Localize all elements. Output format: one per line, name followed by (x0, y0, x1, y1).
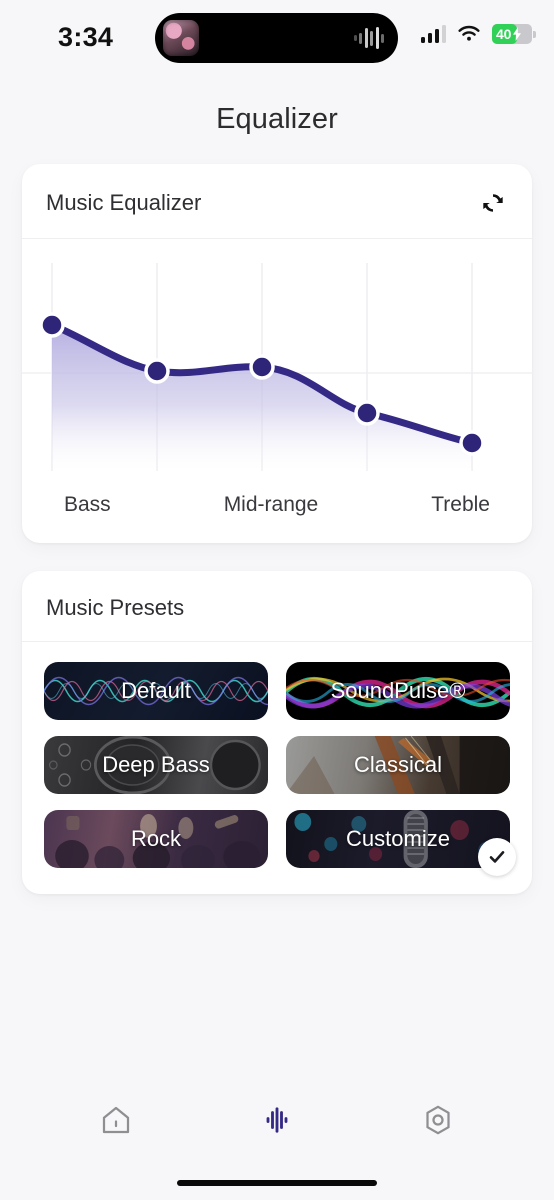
refresh-icon[interactable] (478, 188, 508, 218)
app-screen: 3:34 40 Equalizer Music Equalizer Bass M… (0, 0, 554, 1200)
battery-percent-label: 40 (496, 26, 512, 42)
equalizer-chart[interactable]: Bass Mid-range Treble (22, 239, 532, 543)
home-indicator (177, 1180, 377, 1186)
preset-rock[interactable]: Rock (44, 810, 268, 868)
status-bar: 3:34 40 (0, 0, 554, 76)
chart-point-upper-mid (354, 400, 380, 426)
preset-soundpulse[interactable]: SoundPulse® (286, 662, 510, 720)
preset-label: Rock (130, 826, 182, 851)
music-equalizer-card: Music Equalizer Bass Mid-range Treble (22, 164, 532, 543)
dynamic-island[interactable] (155, 13, 398, 63)
axis-label-treble: Treble (431, 493, 490, 516)
bottom-navigation (0, 1092, 554, 1148)
preset-label: SoundPulse® (330, 678, 466, 703)
nav-item-home[interactable] (83, 1092, 149, 1148)
preset-label: Classical (353, 752, 443, 777)
equalizer-card-title: Music Equalizer (46, 190, 202, 215)
chart-point-bass (39, 312, 65, 338)
preset-grid: Default SoundPulse® Deep Bass Classical … (22, 642, 532, 894)
preset-classical[interactable]: Classical (286, 736, 510, 794)
check-icon (489, 851, 505, 863)
presets-card-header: Music Presets (22, 571, 532, 642)
equalizer-icon (266, 1107, 288, 1133)
chart-axis-labels: Bass Mid-range Treble (22, 483, 532, 543)
nav-item-equalizer[interactable] (244, 1092, 310, 1148)
preset-deep-bass[interactable]: Deep Bass (44, 736, 268, 794)
axis-label-bass: Bass (64, 493, 111, 516)
status-bar-time: 3:34 (58, 22, 114, 52)
axis-label-mid-range: Mid-range (223, 493, 319, 516)
home-icon (103, 1106, 130, 1134)
cellular-signal-icon (420, 25, 446, 43)
album-art-thumbnail (163, 20, 199, 56)
preset-selected-badge (478, 838, 516, 876)
chart-point-mid-range (249, 354, 275, 380)
battery-icon: 40 (492, 24, 536, 44)
nav-item-settings[interactable] (405, 1092, 471, 1148)
presets-card-title: Music Presets (46, 595, 185, 620)
settings-icon (426, 1105, 450, 1135)
preset-customize[interactable]: Customize (286, 810, 516, 876)
chart-point-treble (459, 430, 485, 456)
preset-default[interactable]: Default (44, 662, 268, 720)
equalizer-line-chart (22, 263, 532, 471)
preset-label: Deep Bass (102, 752, 210, 777)
wifi-icon (458, 25, 480, 41)
page-title: Equalizer (216, 103, 338, 135)
equalizer-card-header: Music Equalizer (22, 164, 532, 239)
music-presets-card: Music Presets Default SoundPulse® Deep B… (22, 571, 532, 894)
now-playing-waveform-icon (353, 27, 384, 49)
status-bar-indicators: 40 (420, 24, 536, 44)
preset-label: Customize (346, 826, 450, 851)
charging-bolt-icon (513, 27, 522, 41)
preset-label: Default (121, 678, 191, 703)
chart-point-low-mid (144, 358, 170, 384)
